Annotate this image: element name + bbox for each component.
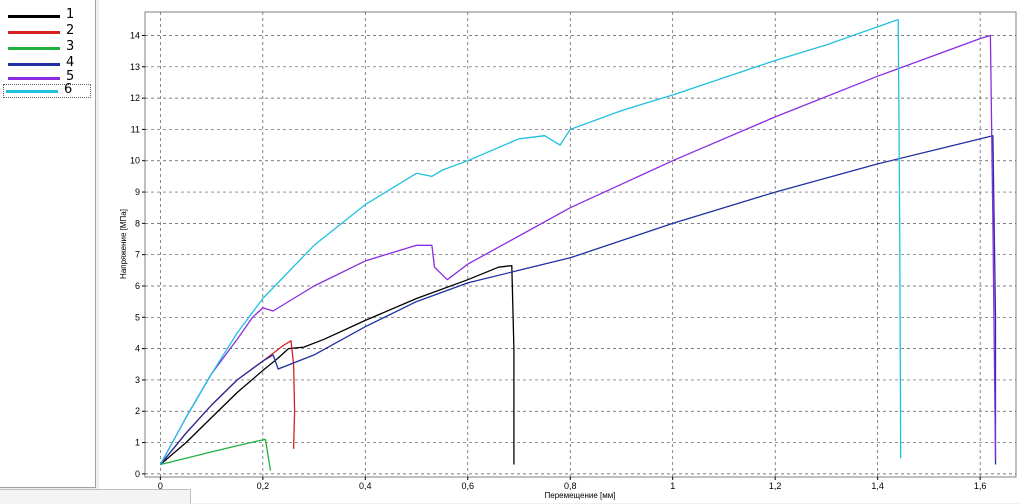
y-tick-label: 4 bbox=[135, 344, 140, 354]
legend-item-1[interactable]: 1 bbox=[6, 7, 90, 22]
x-tick-label: 0,6 bbox=[462, 481, 475, 491]
x-tick-label: 1,2 bbox=[769, 481, 782, 491]
status-strip bbox=[0, 489, 191, 504]
y-tick-label: 10 bbox=[130, 156, 140, 166]
x-tick-label: 1,6 bbox=[974, 481, 987, 491]
chart-plot: 012345678910111213140 0,2 0,4 0,6 0,8 1 1,2 1,4… bbox=[119, 11, 1017, 500]
legend-label-6: 6 bbox=[64, 82, 73, 97]
legend-item-4[interactable]: 4 bbox=[6, 55, 90, 70]
legend-panel: 1 2 3 4 5 6 bbox=[0, 0, 96, 488]
x-tick-label: 1,4 bbox=[871, 481, 884, 491]
y-tick-label: 12 bbox=[130, 93, 140, 103]
legend-item-2[interactable]: 2 bbox=[6, 23, 90, 38]
legend-swatch-5 bbox=[8, 77, 60, 80]
legend-swatch-4 bbox=[8, 63, 60, 66]
plot-frame bbox=[144, 11, 1017, 478]
x-axis-title: Перемещение [мм] bbox=[545, 491, 616, 500]
legend-swatch-6 bbox=[6, 90, 58, 93]
legend-item-5[interactable]: 5 bbox=[6, 69, 90, 84]
legend-swatch-3 bbox=[8, 47, 60, 50]
y-axis-title: Напряжение [МПа] bbox=[119, 209, 128, 279]
legend-label-3: 3 bbox=[66, 39, 75, 54]
y-tick-label: 1 bbox=[135, 438, 140, 448]
legend-label-2: 2 bbox=[66, 23, 75, 38]
y-tick-label: 0 bbox=[135, 469, 140, 479]
y-tick-label: 14 bbox=[130, 30, 140, 40]
x-tick-label: 0,4 bbox=[359, 481, 372, 491]
y-tick-label: 8 bbox=[135, 218, 140, 228]
legend-swatch-1 bbox=[8, 15, 60, 18]
y-tick-label: 5 bbox=[135, 312, 140, 322]
y-tick-label: 11 bbox=[131, 124, 140, 134]
legend-swatch-2 bbox=[8, 31, 60, 34]
chart-area: 0 1 2 3 4 5 6 7 8 9 10 11 12 13 14 0 0,2 0,4 0,6 0,8 1 1,2 1,4… bbox=[99, 0, 1019, 503]
y-tick-label: 7 bbox=[135, 250, 140, 260]
legend-item-6[interactable]: 6 bbox=[3, 82, 91, 98]
legend-item-3[interactable]: 3 bbox=[6, 39, 90, 54]
x-tick-label: 1 bbox=[670, 481, 675, 491]
legend-label-4: 4 bbox=[66, 55, 75, 70]
y-tick-label: 3 bbox=[135, 375, 140, 385]
y-tick-label: 6 bbox=[135, 281, 140, 291]
x-tick-label: 0,8 bbox=[564, 481, 577, 491]
y-tick-label: 2 bbox=[135, 406, 140, 416]
x-tick-label: 0,2 bbox=[257, 481, 270, 491]
legend-label-1: 1 bbox=[66, 7, 75, 22]
y-tick-label: 13 bbox=[130, 62, 140, 72]
y-tick-label: 9 bbox=[135, 187, 140, 197]
